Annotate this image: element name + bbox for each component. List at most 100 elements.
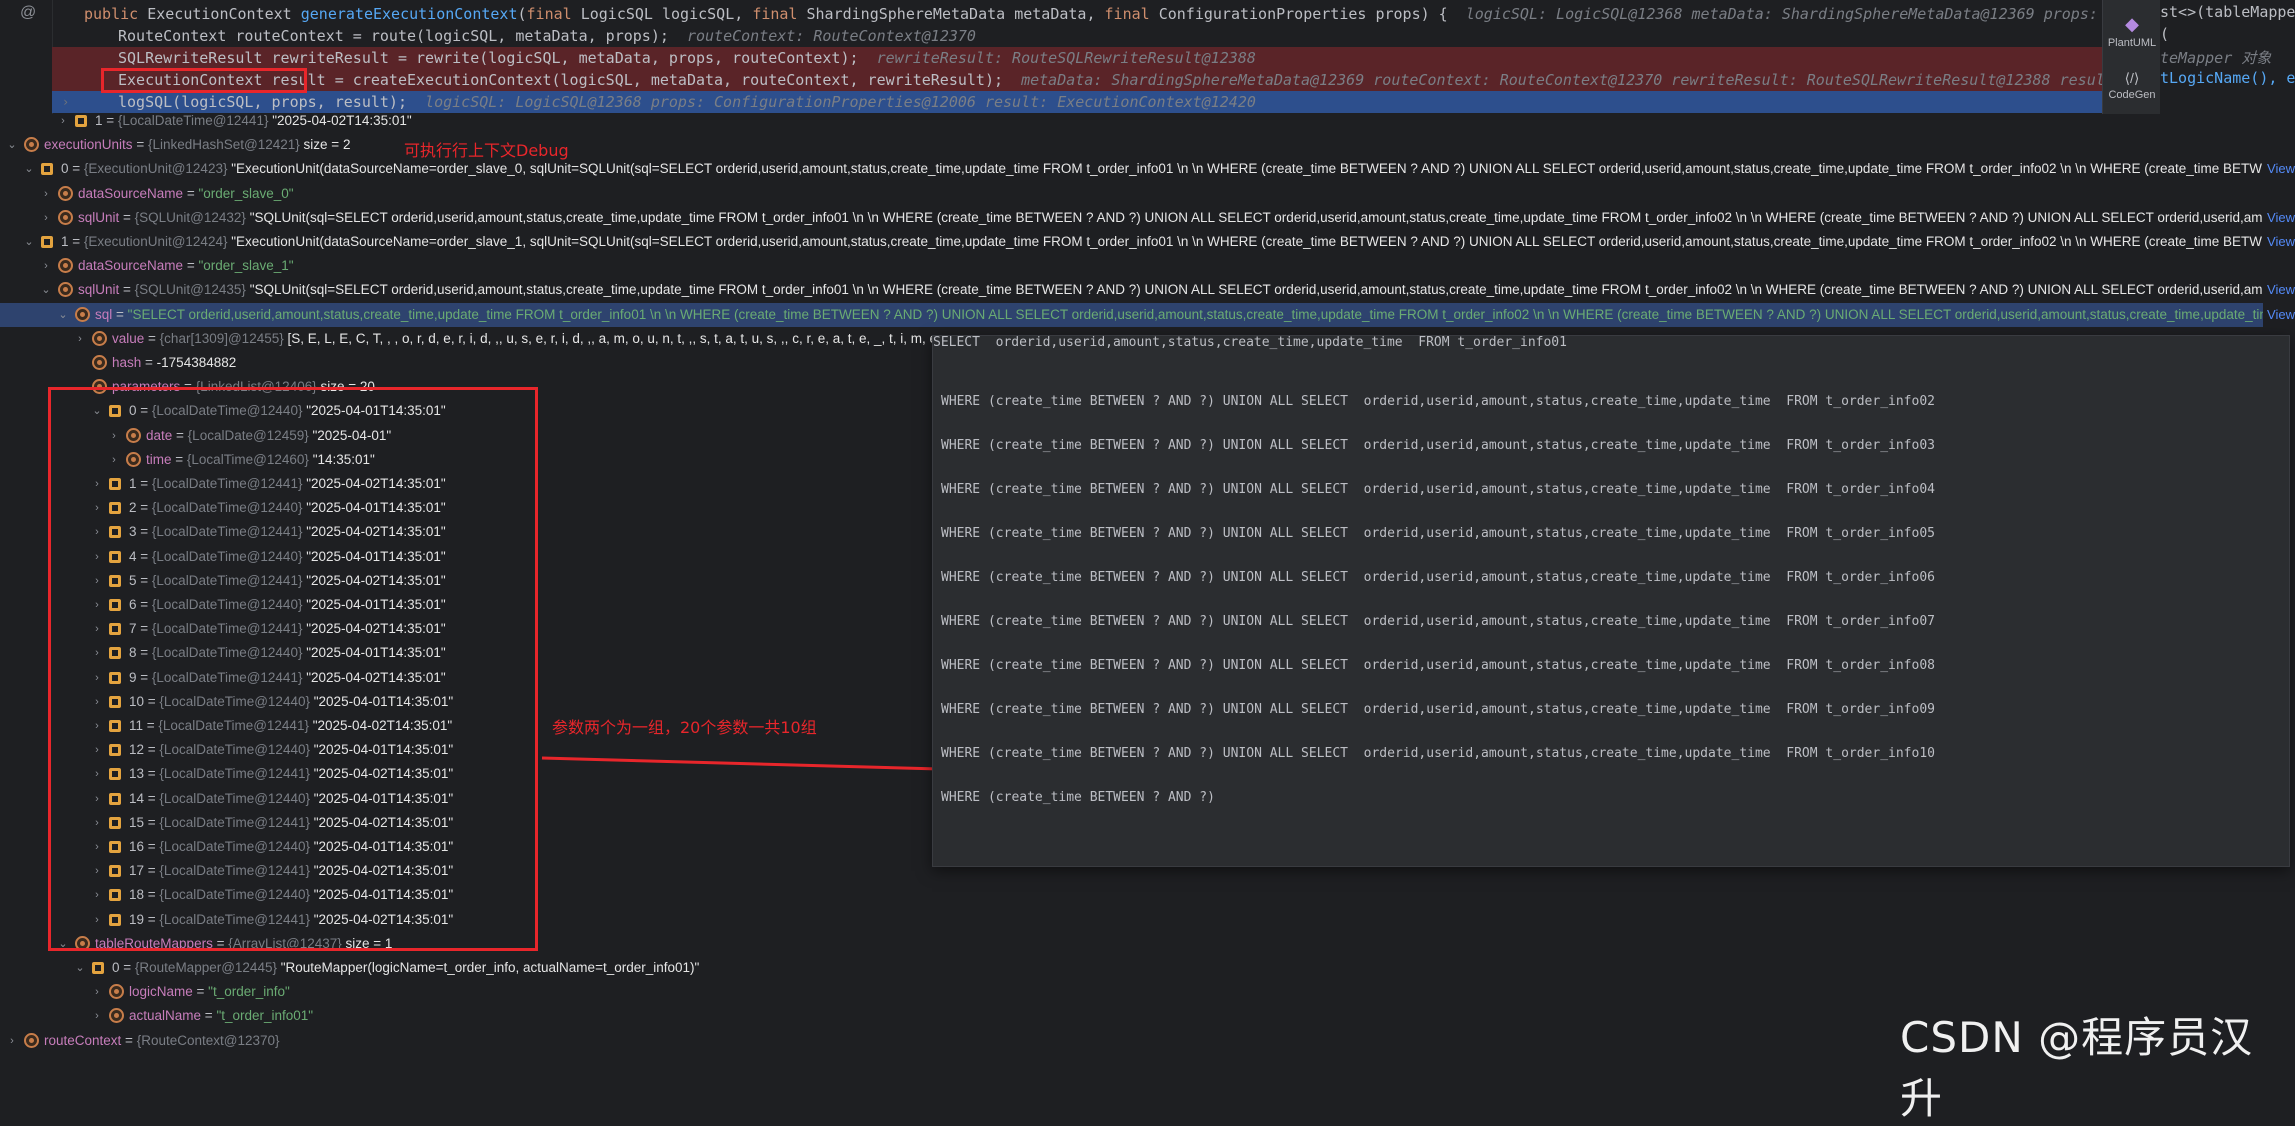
- equals-sign: =: [141, 355, 157, 370]
- plantuml-icon: ◆: [2125, 14, 2139, 34]
- expand-chevron-right-icon[interactable]: ›: [40, 182, 52, 206]
- overflow-line-4: tLogicName(), eac: [2160, 69, 2295, 87]
- sql-line: SELECT orderid,userid,amount,status,crea…: [933, 335, 1567, 350]
- plantuml-tool-button[interactable]: ◆ PlantUML: [2103, 14, 2161, 49]
- expand-chevron-down-icon[interactable]: ⌄: [23, 230, 35, 254]
- equals-sign: =: [183, 258, 199, 274]
- codegen-label: CodeGen: [2108, 89, 2156, 101]
- variable-row[interactable]: ⌄ sql = "SELECT orderid,userid,amount,sta…: [0, 302, 2295, 327]
- variable-name: sqlUnit: [78, 282, 120, 298]
- expand-chevron-right-icon[interactable]: ›: [91, 1004, 103, 1028]
- view-link[interactable]: View: [2263, 157, 2295, 182]
- expand-chevron-right-icon[interactable]: ›: [6, 1029, 18, 1053]
- equals-sign: =: [112, 306, 128, 322]
- expand-chevron-down-icon[interactable]: ⌄: [74, 956, 86, 980]
- variable-value: -1754384882: [156, 355, 237, 370]
- field-icon: [24, 137, 39, 153]
- variable-name: executionUnits: [44, 137, 133, 153]
- variable-row[interactable]: ⌄ sqlUnit = {SQLUnit@12435} "SQLUnit(sql=…: [0, 278, 2295, 303]
- field-icon: [58, 209, 73, 225]
- right-tool-strip: ◆ PlantUML ⟨/⟩ CodeGen: [2102, 0, 2161, 114]
- variable-value: "t_order_info01": [216, 1008, 314, 1024]
- variable-type: {char[1309]@12455}: [159, 330, 284, 346]
- variable-type: {LinkedHashSet@12421}: [147, 137, 300, 153]
- expand-chevron-down-icon[interactable]: ⌄: [40, 278, 52, 302]
- sql-line: WHERE (create_time BETWEEN ? AND ?) UNIO…: [941, 658, 1935, 673]
- field-icon: [58, 258, 73, 274]
- equals-sign: =: [119, 282, 135, 298]
- array-element-icon: [92, 962, 104, 974]
- variable-type: {RouteMapper@12445}: [134, 960, 277, 975]
- sql-line: WHERE (create_time BETWEEN ? AND ?) UNIO…: [941, 482, 1935, 497]
- variable-row[interactable]: › dataSourceName = "order_slave_0": [0, 182, 2295, 206]
- expand-chevron-right-icon[interactable]: ›: [40, 254, 52, 278]
- debug-annotation: 可执行行上下文Debug: [404, 141, 569, 160]
- equals-sign: =: [192, 984, 209, 1000]
- variable-row[interactable]: › dataSourceName = "order_slave_1": [0, 254, 2295, 278]
- view-link[interactable]: View: [2263, 230, 2295, 254]
- variable-value: size = 2: [303, 137, 351, 153]
- equals-sign: =: [183, 185, 199, 201]
- field-icon: [92, 330, 107, 346]
- field-icon: [24, 1032, 39, 1048]
- field-icon: [92, 355, 107, 370]
- code-editor[interactable]: @ public ExecutionContext generateExecut…: [0, 0, 2295, 114]
- sql-line: WHERE (create_time BETWEEN ? AND ?) UNIO…: [941, 438, 1935, 453]
- overflow-line-2: (: [2160, 25, 2170, 43]
- variable-name: 0: [61, 161, 69, 177]
- codegen-tool-button[interactable]: ⟨/⟩ CodeGen: [2103, 70, 2161, 101]
- view-link[interactable]: View: [2263, 205, 2295, 230]
- highlight-box-parameters: [48, 387, 538, 951]
- variable-name: sqlUnit: [78, 209, 120, 225]
- sql-line: WHERE (create_time BETWEEN ? AND ?) UNIO…: [941, 746, 1935, 761]
- inline-debug-hint: routeContext: RouteContext@12370: [686, 27, 976, 45]
- variable-row[interactable]: ⌄ 0 = {ExecutionUnit@12423} "ExecutionUni…: [0, 157, 2295, 182]
- code-line-4[interactable]: ExecutionContext result = createExecutio…: [52, 69, 2102, 91]
- variable-value: "ExecutionUnit(dataSourceName=order_slav…: [231, 161, 2295, 177]
- expand-chevron-down-icon[interactable]: ⌄: [57, 303, 69, 327]
- field-icon: [109, 1008, 124, 1024]
- variable-type: {ExecutionUnit@12423}: [83, 161, 228, 177]
- equals-sign: =: [121, 1032, 137, 1048]
- expand-chevron-down-icon[interactable]: ⌄: [23, 157, 35, 181]
- expand-chevron-right-icon[interactable]: ›: [57, 109, 69, 133]
- code-line-2[interactable]: RouteContext routeContext = route(logicS…: [52, 25, 2102, 47]
- plantuml-label: PlantUML: [2107, 37, 2157, 49]
- variable-row[interactable]: › logicName = "t_order_info": [0, 980, 2295, 1004]
- variable-row[interactable]: ⌄ executionUnits = {LinkedHashSet@12421} …: [0, 133, 2295, 157]
- parameters-annotation: 参数两个为一组，20个参数一共10组: [552, 718, 817, 737]
- equals-sign: =: [68, 234, 84, 249]
- expand-chevron-right-icon[interactable]: ›: [40, 206, 52, 230]
- editor-gutter: @: [0, 0, 53, 114]
- expand-chevron-down-icon[interactable]: ⌄: [6, 133, 18, 157]
- variable-type: {LocalDateTime@12441}: [117, 113, 269, 128]
- annotation-icon: @: [20, 4, 37, 21]
- array-element-icon: [41, 236, 53, 248]
- expand-chevron-right-icon[interactable]: ›: [74, 327, 86, 351]
- variable-name: value: [112, 330, 145, 346]
- watermark: CSDN @程序员汉升: [1900, 1013, 2254, 1123]
- equals-sign: =: [119, 960, 135, 975]
- sql-line: WHERE (create_time BETWEEN ? AND ?) UNIO…: [941, 570, 1935, 585]
- view-link[interactable]: View: [2263, 302, 2295, 327]
- variable-row[interactable]: › 1 = {LocalDateTime@12441} "2025-04-02T1…: [0, 109, 2295, 133]
- sql-line: WHERE (create_time BETWEEN ? AND ?) UNIO…: [941, 526, 1935, 541]
- code-text: SQLRewriteResult rewriteResult = rewrite…: [118, 49, 859, 67]
- variable-row[interactable]: ⌄ 1 = {ExecutionUnit@12424} "ExecutionUni…: [0, 230, 2295, 254]
- codegen-icon: ⟨/⟩: [2124, 70, 2140, 86]
- variable-row[interactable]: › sqlUnit = {SQLUnit@12432} "SQLUnit(sql=…: [0, 205, 2295, 230]
- variable-value: "t_order_info": [208, 984, 290, 1000]
- view-link[interactable]: View: [2263, 278, 2295, 303]
- array-element-icon: [41, 163, 53, 176]
- variable-row[interactable]: ⌄ 0 = {RouteMapper@12445} "RouteMapper(lo…: [0, 956, 2295, 980]
- variable-type: {SQLUnit@12432}: [134, 209, 246, 225]
- variable-type: {RouteContext@12370}: [136, 1032, 280, 1048]
- inline-debug-hint: metaData: ShardingSphereMetaData@12369 r…: [1021, 71, 2102, 89]
- expand-chevron-right-icon[interactable]: ›: [91, 980, 103, 1004]
- sql-value-popup[interactable]: SELECT orderid,userid,amount,status,crea…: [932, 335, 2290, 867]
- code-line-3[interactable]: SQLRewriteResult rewriteResult = rewrite…: [52, 47, 2102, 69]
- overflow-line-3: teMapper 对象: [2160, 49, 2272, 67]
- variable-type: {ExecutionUnit@12424}: [83, 234, 228, 249]
- equals-sign: =: [119, 209, 135, 225]
- code-line-1[interactable]: public ExecutionContext generateExecutio…: [52, 3, 2102, 25]
